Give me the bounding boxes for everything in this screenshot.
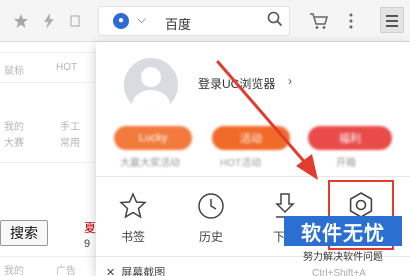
baidu-paw-icon[interactable]: ● <box>113 13 129 29</box>
extension-icon[interactable] <box>64 10 86 32</box>
divider <box>96 176 410 177</box>
divider <box>0 52 98 53</box>
page-text: 鼠标 <box>4 66 24 77</box>
cart-icon[interactable] <box>308 10 330 32</box>
watermark-subtitle: 努力解决软件问题 <box>303 252 383 263</box>
chevron-down-icon[interactable]: ⌵ <box>137 12 146 27</box>
main-menu-button[interactable] <box>380 7 404 33</box>
screenshot-menu-item[interactable]: ✕ 屏幕截图 <box>106 264 165 276</box>
browser-toolbar: ● ⌵ 百度 <box>0 0 410 42</box>
user-avatar[interactable] <box>124 58 178 112</box>
page-snippet-number: 9 <box>84 238 91 250</box>
bookmark-star-icon <box>119 192 147 219</box>
address-bar[interactable]: ● ⌵ 百度 <box>98 6 290 36</box>
clock-icon <box>198 193 224 219</box>
divider <box>0 256 98 257</box>
page-text: 我的 <box>4 122 24 133</box>
history-tool[interactable]: 历史 <box>186 192 236 248</box>
promo-caption: HOT活动 <box>220 158 262 169</box>
promo-caption: 开箱 <box>336 158 356 169</box>
promo-button-lucky[interactable]: Lucky <box>114 126 192 150</box>
page-text: 常用 <box>60 138 80 149</box>
flash-icon[interactable] <box>38 10 60 32</box>
page-search-button[interactable]: 搜索 <box>0 220 48 246</box>
page-text: 手工 <box>60 122 80 133</box>
watermark-logo: 软件无忧 <box>284 216 402 246</box>
more-vertical-icon[interactable] <box>340 10 362 32</box>
promo-button-activity[interactable]: 活动 <box>212 126 290 150</box>
chevron-right-icon[interactable]: › <box>288 74 292 88</box>
screenshot-shortcut: Ctrl+Shift+A <box>312 268 366 276</box>
search-engine-name: 百度 <box>165 17 192 32</box>
divider <box>0 82 98 83</box>
page-text: 广告 <box>56 266 76 276</box>
history-label: 历史 <box>198 230 223 244</box>
close-icon: ✕ <box>106 267 116 276</box>
bookmark-label: 书签 <box>120 230 145 244</box>
star-icon[interactable] <box>10 10 32 32</box>
background-page: 鼠标 HOT 我的 手工 大赛 常用 搜索 夏 9 我的 广告 <box>0 42 98 276</box>
promo-caption: 大赢大奖活动 <box>120 158 180 169</box>
page-text: 我的 <box>4 266 24 276</box>
divider <box>0 162 98 163</box>
bookmark-tool[interactable]: 书签 <box>108 192 158 248</box>
page-snippet-red: 夏 <box>84 221 97 235</box>
page-text: 大赛 <box>4 138 24 149</box>
page-text: HOT <box>56 62 78 73</box>
promo-button-welfare[interactable]: 福利 <box>308 126 392 150</box>
screenshot-label: 屏幕截图 <box>121 267 166 276</box>
search-icon[interactable] <box>267 11 283 32</box>
login-link[interactable]: 登录UC浏览器 <box>198 75 275 92</box>
